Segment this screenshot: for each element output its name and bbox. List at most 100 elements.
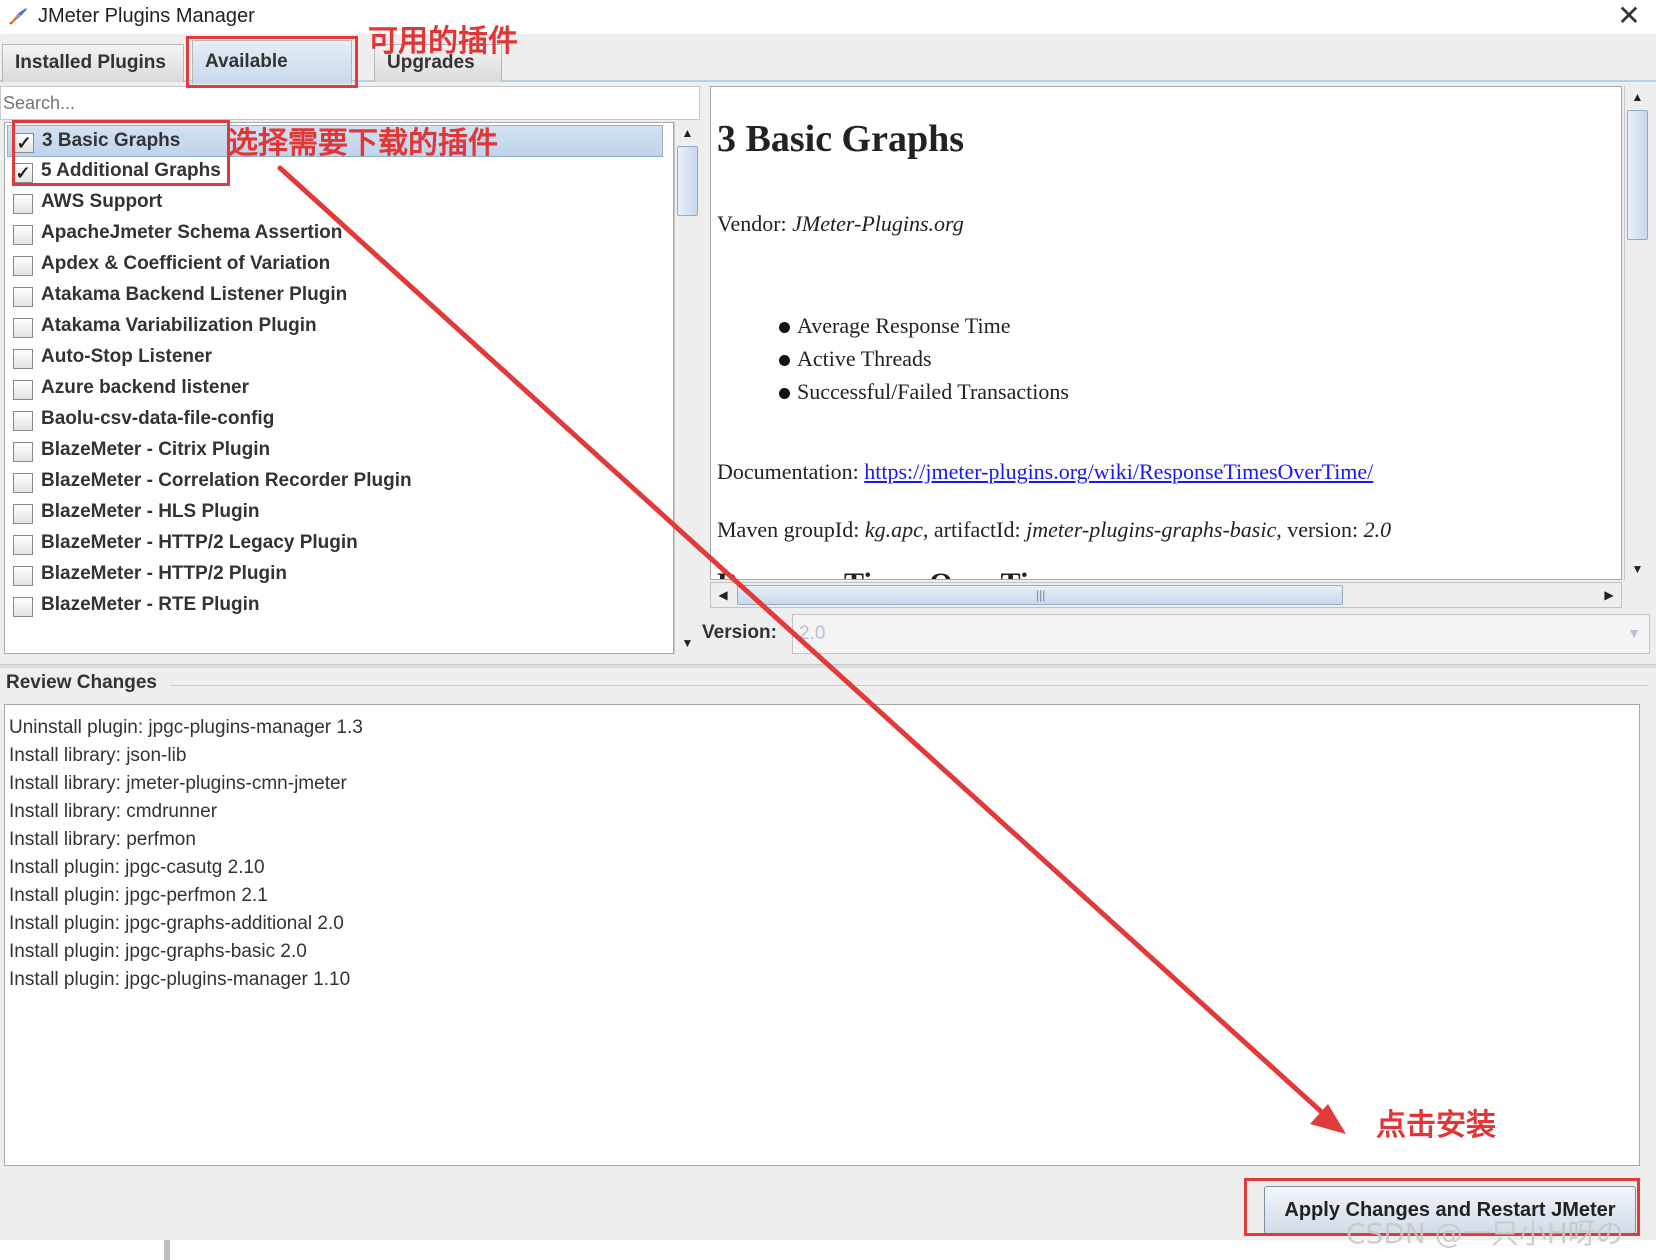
plugin-item-blazemeter-citrix[interactable]: BlazeMeter - Citrix Plugin [7, 435, 667, 467]
checkbox-checked[interactable]: ✓ [13, 163, 33, 183]
plugin-label: Apdex & Coefficient of Variation [41, 253, 331, 274]
documentation-line: Documentation: https://jmeter-plugins.or… [717, 459, 1373, 485]
plugin-details: 3 Basic Graphs Vendor: JMeter-Plugins.or… [710, 86, 1622, 580]
checkbox[interactable] [13, 256, 33, 276]
plugin-item-blazemeter-rte[interactable]: BlazeMeter - RTE Plugin [7, 590, 667, 622]
maven-group: kg.apc [864, 517, 923, 542]
version-label: Version: [702, 622, 777, 643]
plugin-list-scrollbar[interactable]: ▲ ▼ [674, 122, 700, 654]
plugin-list: ✓ 3 Basic Graphs ✓ 5 Additional Graphs A… [4, 122, 674, 654]
checkbox[interactable] [13, 194, 33, 214]
vendor-name: JMeter-Plugins.org [792, 211, 964, 236]
scrollbar-thumb[interactable] [1627, 110, 1648, 240]
plugin-item-5-additional-graphs[interactable]: ✓ 5 Additional Graphs [7, 156, 667, 188]
feature-item: Average Response Time [779, 313, 1069, 346]
plugin-label: Atakama Backend Listener Plugin [41, 284, 348, 305]
plugin-item-atakama-backend[interactable]: Atakama Backend Listener Plugin [7, 280, 667, 312]
maven-version: 2.0 [1363, 517, 1392, 542]
review-line: Install plugin: jpgc-perfmon 2.1 [9, 885, 268, 906]
documentation-link[interactable]: https://jmeter-plugins.org/wiki/Response… [864, 459, 1373, 484]
review-changes-heading: Review Changes [6, 672, 157, 693]
checkbox[interactable] [13, 473, 33, 493]
feature-item: Successful/Failed Transactions [779, 379, 1069, 412]
plugin-list-panel: ✓ 3 Basic Graphs ✓ 5 Additional Graphs A… [0, 86, 702, 660]
plugin-item-azure-backend[interactable]: Azure backend listener [7, 373, 667, 405]
vendor-label: Vendor: [717, 211, 787, 236]
review-changes-list: Uninstall plugin: jpgc-plugins-manager 1… [4, 704, 1640, 1166]
plugin-label: Baolu-csv-data-file-config [41, 408, 275, 429]
arrow-up-icon[interactable]: ▲ [675, 122, 700, 144]
arrow-up-icon[interactable]: ▲ [1625, 86, 1650, 108]
plugin-item-aws-support[interactable]: AWS Support [7, 187, 667, 219]
checkbox[interactable] [13, 535, 33, 555]
checkbox[interactable] [13, 380, 33, 400]
review-line: Install plugin: jpgc-casutg 2.10 [9, 857, 265, 878]
review-line: Install library: jmeter-plugins-cmn-jmet… [9, 773, 347, 794]
arrow-down-icon[interactable]: ▼ [1625, 558, 1650, 580]
review-line: Install library: json-lib [9, 745, 187, 766]
plugin-label: Auto-Stop Listener [41, 346, 212, 367]
vendor-line: Vendor: JMeter-Plugins.org [717, 211, 964, 237]
version-select[interactable]: 2.0 ▼ [792, 614, 1650, 654]
plugin-item-baolu-csv[interactable]: Baolu-csv-data-file-config [7, 404, 667, 436]
checkbox[interactable] [13, 597, 33, 617]
review-line: Install library: perfmon [9, 829, 196, 850]
search-input[interactable] [0, 86, 700, 120]
plugin-item-blazemeter-correlation[interactable]: BlazeMeter - Correlation Recorder Plugin [7, 466, 667, 498]
grip-icon: ||| [1036, 588, 1046, 602]
close-icon[interactable]: ✕ [1614, 2, 1644, 32]
maven-artifact: jmeter-plugins-graphs-basic [1026, 517, 1277, 542]
version-value: 2.0 [799, 623, 826, 644]
details-scrollbar[interactable]: ▲ ▼ [1624, 86, 1650, 580]
scrollbar-thumb[interactable]: ||| [737, 585, 1343, 605]
split-divider[interactable] [0, 664, 1656, 668]
details-title: 3 Basic Graphs [717, 118, 965, 160]
plugin-item-schema-assertion[interactable]: ApacheJmeter Schema Assertion [7, 218, 667, 250]
plugin-label: Azure backend listener [41, 377, 250, 398]
scrollbar-thumb[interactable] [677, 146, 698, 216]
maven-artifact-label: , artifactId: [922, 517, 1021, 542]
plugins-manager-window: JMeter Plugins Manager ✕ Installed Plugi… [0, 0, 1656, 1260]
plugin-item-auto-stop[interactable]: Auto-Stop Listener [7, 342, 667, 374]
checkbox[interactable] [13, 566, 33, 586]
plugin-item-apdex[interactable]: Apdex & Coefficient of Variation [7, 249, 667, 281]
review-line: Install plugin: jpgc-graphs-basic 2.0 [9, 941, 307, 962]
checkbox[interactable] [13, 442, 33, 462]
checkbox[interactable] [13, 318, 33, 338]
review-line: Uninstall plugin: jpgc-plugins-manager 1… [9, 717, 363, 738]
checkbox[interactable] [13, 225, 33, 245]
plugin-label: 5 Additional Graphs [41, 160, 221, 181]
plugin-label: BlazeMeter - HTTP/2 Plugin [41, 563, 287, 584]
chevron-down-icon[interactable]: ▼ [1627, 625, 1641, 641]
plugin-item-3-basic-graphs[interactable]: ✓ 3 Basic Graphs [7, 125, 663, 157]
plugin-item-blazemeter-http2[interactable]: BlazeMeter - HTTP/2 Plugin [7, 559, 667, 591]
jmeter-feather-icon [9, 8, 27, 25]
checkbox[interactable] [13, 287, 33, 307]
plugin-item-atakama-variabilization[interactable]: Atakama Variabilization Plugin [7, 311, 667, 343]
arrow-down-icon[interactable]: ▼ [675, 632, 700, 654]
checkbox[interactable] [13, 411, 33, 431]
details-horizontal-scrollbar[interactable]: ◀ ||| ▶ [710, 582, 1622, 608]
checkbox[interactable] [13, 349, 33, 369]
arrow-left-icon[interactable]: ◀ [711, 583, 735, 607]
checkbox[interactable] [13, 504, 33, 524]
strip-bar [164, 1240, 170, 1260]
bottom-strip [0, 1240, 1656, 1260]
maven-line: Maven groupId: kg.apc, artifactId: jmete… [717, 517, 1391, 543]
tab-installed-plugins[interactable]: Installed Plugins [2, 44, 184, 82]
review-divider [170, 685, 1648, 686]
feature-list: Average Response Time Active Threads Suc… [779, 313, 1069, 412]
checkbox-checked[interactable]: ✓ [14, 133, 34, 153]
apply-changes-button[interactable]: Apply Changes and Restart JMeter [1264, 1186, 1636, 1234]
arrow-right-icon[interactable]: ▶ [1597, 583, 1621, 607]
review-line: Install plugin: jpgc-plugins-manager 1.1… [9, 969, 351, 990]
tab-available-plugins[interactable]: Available Plugins [192, 40, 352, 114]
plugin-label: BlazeMeter - RTE Plugin [41, 594, 260, 615]
plugin-item-blazemeter-hls[interactable]: BlazeMeter - HLS Plugin [7, 497, 667, 529]
plugin-label: Atakama Variabilization Plugin [41, 315, 317, 336]
plugin-label: BlazeMeter - HLS Plugin [41, 501, 260, 522]
tab-upgrades[interactable]: Upgrades [374, 44, 502, 82]
plugin-item-blazemeter-http2-legacy[interactable]: BlazeMeter - HTTP/2 Legacy Plugin [7, 528, 667, 560]
review-line: Install library: cmdrunner [9, 801, 218, 822]
plugin-label: AWS Support [41, 191, 163, 212]
